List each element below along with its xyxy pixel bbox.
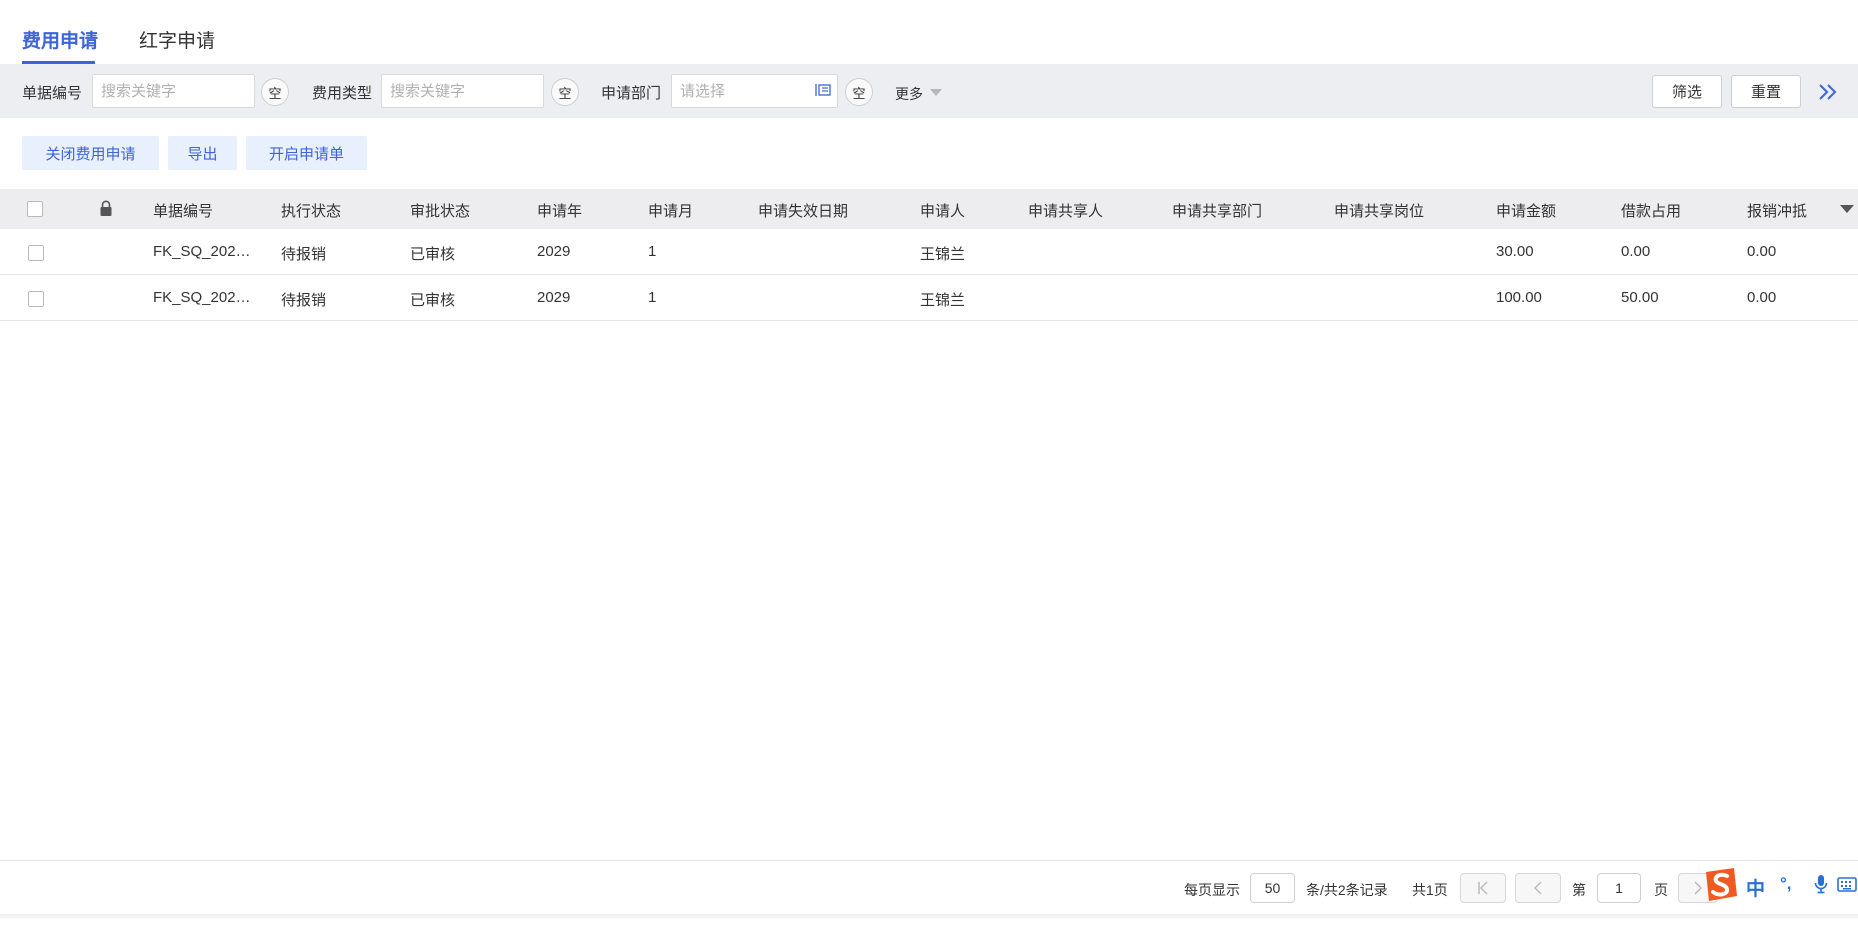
col-sharer[interactable]: 申请共享人: [1028, 200, 1103, 221]
cell-applicant: 王锦兰: [920, 246, 966, 263]
prev-page-button[interactable]: [1515, 873, 1561, 903]
cell-applicant: 王锦兰: [920, 292, 966, 309]
filter-button[interactable]: 筛选: [1652, 75, 1722, 108]
doc-no-search-input[interactable]: [92, 74, 255, 108]
cell-exec-status: 待报销: [281, 246, 327, 263]
cell-loan: 0.00: [1621, 243, 1651, 260]
page-prefix: 第: [1572, 882, 1586, 898]
col-offset[interactable]: 报销冲抵: [1747, 200, 1807, 221]
per-page-label: 每页显示: [1184, 882, 1240, 898]
cell-amount: 100.00: [1496, 289, 1542, 306]
open-apply-button[interactable]: 开启申请单: [246, 136, 367, 170]
more-filters-toggle[interactable]: 更多: [895, 84, 923, 104]
expense-application-page: 费用申请 红字申请 单据编号 空 费用类型 空 申请部门 空 更多 筛选 重置 …: [0, 0, 1858, 948]
per-page-input[interactable]: [1250, 873, 1295, 903]
lock-icon[interactable]: [99, 200, 113, 217]
cell-offset: 0.00: [1747, 289, 1777, 306]
cell-amount: 30.00: [1496, 243, 1534, 260]
reset-button[interactable]: 重置: [1731, 75, 1801, 108]
chevron-left-icon: [1533, 881, 1542, 895]
tab-red-apply[interactable]: 红字申请: [139, 26, 215, 53]
col-doc-no[interactable]: 单据编号: [153, 200, 213, 221]
close-expense-apply-button[interactable]: 关闭费用申请: [22, 136, 159, 170]
page-number-input[interactable]: [1597, 873, 1641, 903]
col-amount[interactable]: 申请金额: [1496, 200, 1556, 221]
select-all-checkbox[interactable]: [27, 201, 43, 217]
footer-shadow: [0, 914, 1858, 920]
caret-down-icon: [930, 89, 942, 96]
cell-loan: 50.00: [1621, 289, 1659, 306]
col-approve-status[interactable]: 审批状态: [410, 200, 470, 221]
tab-expense-apply[interactable]: 费用申请: [22, 26, 98, 53]
table-row[interactable]: FK_SQ_202… 待报销 已审核 2029 1 王锦兰 100.00 50.…: [0, 275, 1858, 321]
col-expire-date[interactable]: 申请失效日期: [758, 200, 848, 221]
col-share-dept[interactable]: 申请共享部门: [1172, 200, 1262, 221]
microphone-icon[interactable]: [1814, 874, 1828, 894]
cell-apply-year: 2029: [537, 243, 571, 260]
filter-bar: 单据编号 空 费用类型 空 申请部门 空 更多 筛选 重置: [0, 64, 1858, 118]
column-menu-caret-icon[interactable]: [1840, 205, 1854, 213]
col-loan[interactable]: 借款占用: [1621, 200, 1681, 221]
doc-no-label: 单据编号: [22, 85, 83, 102]
cell-exec-status: 待报销: [281, 292, 327, 309]
dept-select-input[interactable]: [671, 74, 838, 108]
cell-apply-year: 2029: [537, 289, 571, 306]
dept-empty-button[interactable]: 空: [845, 78, 873, 106]
doc-no-empty-button[interactable]: 空: [261, 78, 289, 106]
row-checkbox[interactable]: [28, 291, 44, 307]
row-checkbox[interactable]: [28, 245, 44, 261]
pagination-bar: 每页显示 条/共2条记录 共1页 第 页: [0, 860, 1858, 914]
col-share-post[interactable]: 申请共享岗位: [1334, 200, 1424, 221]
ime-toolbar: 中 °,: [1700, 862, 1858, 906]
cell-offset: 0.00: [1747, 243, 1777, 260]
first-page-icon: [1478, 881, 1488, 895]
cell-apply-month: 1: [648, 289, 657, 306]
cell-apply-month: 1: [648, 243, 657, 260]
table-header: 单据编号 执行状态 审批状态 申请年 申请月 申请失效日期 申请人 申请共享人 …: [0, 189, 1858, 229]
cell-approve-status: 已审核: [410, 246, 456, 263]
fee-type-empty-button[interactable]: 空: [551, 78, 579, 106]
first-page-button[interactable]: [1460, 873, 1506, 903]
fee-type-label: 费用类型: [312, 85, 373, 102]
cell-doc-no: FK_SQ_202…: [153, 243, 251, 260]
ime-language-toggle[interactable]: 中: [1746, 874, 1765, 901]
org-picker-icon[interactable]: [815, 83, 831, 97]
double-chevron-right-icon[interactable]: [1817, 82, 1839, 102]
dept-label: 申请部门: [601, 85, 662, 102]
records-summary: 条/共2条记录: [1306, 882, 1388, 898]
col-apply-year[interactable]: 申请年: [537, 200, 582, 221]
export-button[interactable]: 导出: [168, 136, 237, 170]
cell-doc-no: FK_SQ_202…: [153, 289, 251, 306]
col-applicant[interactable]: 申请人: [920, 200, 965, 221]
ime-punctuation-toggle[interactable]: °,: [1780, 874, 1792, 894]
tab-bar: 费用申请 红字申请: [0, 0, 1858, 64]
table-row[interactable]: FK_SQ_202… 待报销 已审核 2029 1 王锦兰 30.00 0.00…: [0, 229, 1858, 275]
col-exec-status[interactable]: 执行状态: [281, 200, 341, 221]
sogou-ime-logo-icon[interactable]: [1700, 866, 1740, 904]
cell-approve-status: 已审核: [410, 292, 456, 309]
fee-type-search-input[interactable]: [381, 74, 544, 108]
page-suffix: 页: [1654, 882, 1668, 898]
keyboard-icon[interactable]: [1837, 877, 1857, 892]
total-pages: 共1页: [1412, 882, 1448, 898]
col-apply-month[interactable]: 申请月: [648, 200, 693, 221]
